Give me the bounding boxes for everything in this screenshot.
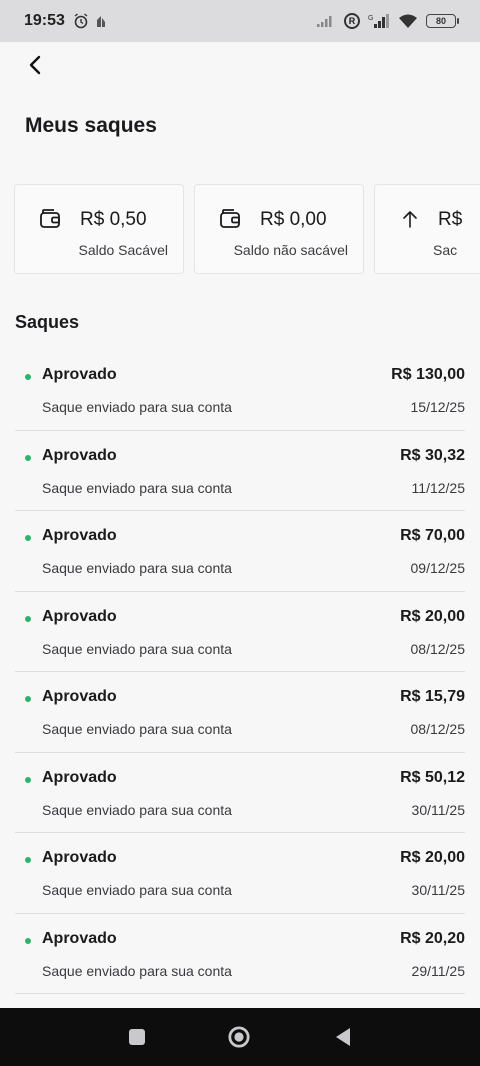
list-item[interactable]: Aprovado Saque enviado para sua conta R$…: [15, 431, 465, 511]
signal-weak-icon: [317, 16, 332, 27]
roaming-icon: R: [344, 13, 360, 29]
balance-card-withdrawn[interactable]: R$ Sac: [374, 184, 480, 274]
item-date: 08/12/25: [410, 721, 466, 737]
status-dot-icon: [25, 615, 31, 622]
balance-amount: R$: [438, 209, 463, 230]
item-amount: R$ 20,00: [400, 849, 465, 866]
item-amount: R$ 30,32: [400, 446, 465, 464]
battery-icon: 80: [426, 14, 459, 28]
svg-text:G: G: [368, 15, 373, 22]
triangle-back-icon: [336, 1028, 350, 1046]
item-status: Aprovado: [42, 688, 117, 705]
chevron-left-icon: [29, 55, 41, 75]
balance-amount: R$ 0,00: [260, 209, 327, 230]
status-dot-icon: [25, 535, 31, 541]
item-date: 11/12/25: [411, 479, 465, 496]
item-date: 15/12/25: [410, 399, 466, 415]
alarm-icon: [74, 13, 88, 29]
item-description: Saque enviado para sua conta: [42, 399, 232, 415]
wifi-icon: [399, 14, 417, 28]
balance-label: Saldo não sacável: [233, 242, 348, 258]
item-status: Aprovado: [42, 607, 117, 625]
notification-icon: [96, 16, 105, 27]
list-item[interactable]: Aprovado Saque enviado para sua conta R$…: [15, 914, 465, 994]
withdrawal-list: Aprovado Saque enviado para sua conta R$…: [15, 350, 465, 994]
status-dot-icon: [25, 454, 31, 461]
wallet-icon: [220, 209, 240, 228]
item-date: 09/12/25: [410, 560, 466, 576]
item-amount: R$ 20,00: [400, 607, 465, 625]
status-right-icons: R G 80: [316, 13, 459, 29]
system-back-button[interactable]: [332, 1026, 354, 1048]
item-description: Saque enviado para sua conta: [42, 962, 232, 979]
list-item[interactable]: Aprovado Saque enviado para sua conta R$…: [15, 511, 465, 592]
list-item[interactable]: Aprovado Saque enviado para sua conta R$…: [15, 753, 465, 833]
item-amount: R$ 130,00: [391, 366, 465, 383]
item-date: 08/12/25: [410, 640, 466, 657]
item-status: Aprovado: [42, 446, 117, 464]
app-screen: Meus saques R$ 0,50 Saldo Sacável R$ 0,0…: [0, 42, 480, 1008]
item-description: Saque enviado para sua conta: [42, 560, 232, 576]
item-description: Saque enviado para sua conta: [42, 721, 232, 737]
balance-cards: R$ 0,50 Saldo Sacável R$ 0,00 Saldo não …: [14, 184, 480, 274]
recents-button[interactable]: [126, 1026, 148, 1048]
system-nav-bar: [0, 1008, 480, 1066]
status-time: 19:53: [24, 12, 65, 29]
balance-label: Sac: [433, 242, 458, 258]
status-dot-icon: [25, 696, 31, 702]
wallet-icon: [40, 209, 60, 228]
item-status: Aprovado: [42, 527, 117, 544]
arrow-up-icon: [403, 211, 417, 228]
status-bar: 19:53 R G 80: [0, 0, 480, 42]
item-amount: R$ 15,79: [400, 688, 465, 705]
balance-label: Saldo Sacável: [78, 242, 168, 258]
item-date: 30/11/25: [411, 882, 465, 898]
item-description: Saque enviado para sua conta: [42, 479, 232, 496]
item-amount: R$ 70,00: [400, 527, 465, 544]
item-date: 29/11/25: [411, 962, 465, 979]
list-item[interactable]: Aprovado Saque enviado para sua conta R$…: [15, 833, 465, 914]
item-date: 30/11/25: [411, 801, 465, 818]
home-button[interactable]: [228, 1026, 250, 1048]
item-amount: R$ 50,12: [400, 768, 465, 786]
balance-card-non-withdrawable[interactable]: R$ 0,00 Saldo não sacável: [194, 184, 364, 274]
back-button[interactable]: [22, 52, 48, 78]
status-dot-icon: [25, 776, 31, 783]
item-status: Aprovado: [42, 929, 117, 947]
section-title: Saques: [15, 312, 80, 332]
item-status: Aprovado: [42, 366, 117, 383]
item-status: Aprovado: [42, 849, 117, 866]
item-description: Saque enviado para sua conta: [42, 640, 232, 657]
list-item[interactable]: Aprovado Saque enviado para sua conta R$…: [15, 350, 465, 431]
item-description: Saque enviado para sua conta: [42, 882, 232, 898]
square-icon: [129, 1029, 145, 1045]
item-status: Aprovado: [42, 768, 117, 786]
item-description: Saque enviado para sua conta: [42, 801, 232, 818]
circle-icon: [228, 1026, 250, 1048]
page-title: Meus saques: [25, 114, 157, 137]
signal-icon: G: [368, 14, 389, 28]
status-dot-icon: [25, 937, 31, 944]
status-dot-icon: [25, 857, 31, 863]
status-left-icons: [73, 13, 107, 29]
status-dot-icon: [25, 374, 31, 380]
list-item[interactable]: Aprovado Saque enviado para sua conta R$…: [15, 672, 465, 753]
balance-amount: R$ 0,50: [80, 209, 147, 230]
list-item[interactable]: Aprovado Saque enviado para sua conta R$…: [15, 592, 466, 672]
item-amount: R$ 20,20: [400, 929, 465, 947]
balance-card-withdrawable[interactable]: R$ 0,50 Saldo Sacável: [14, 184, 184, 274]
